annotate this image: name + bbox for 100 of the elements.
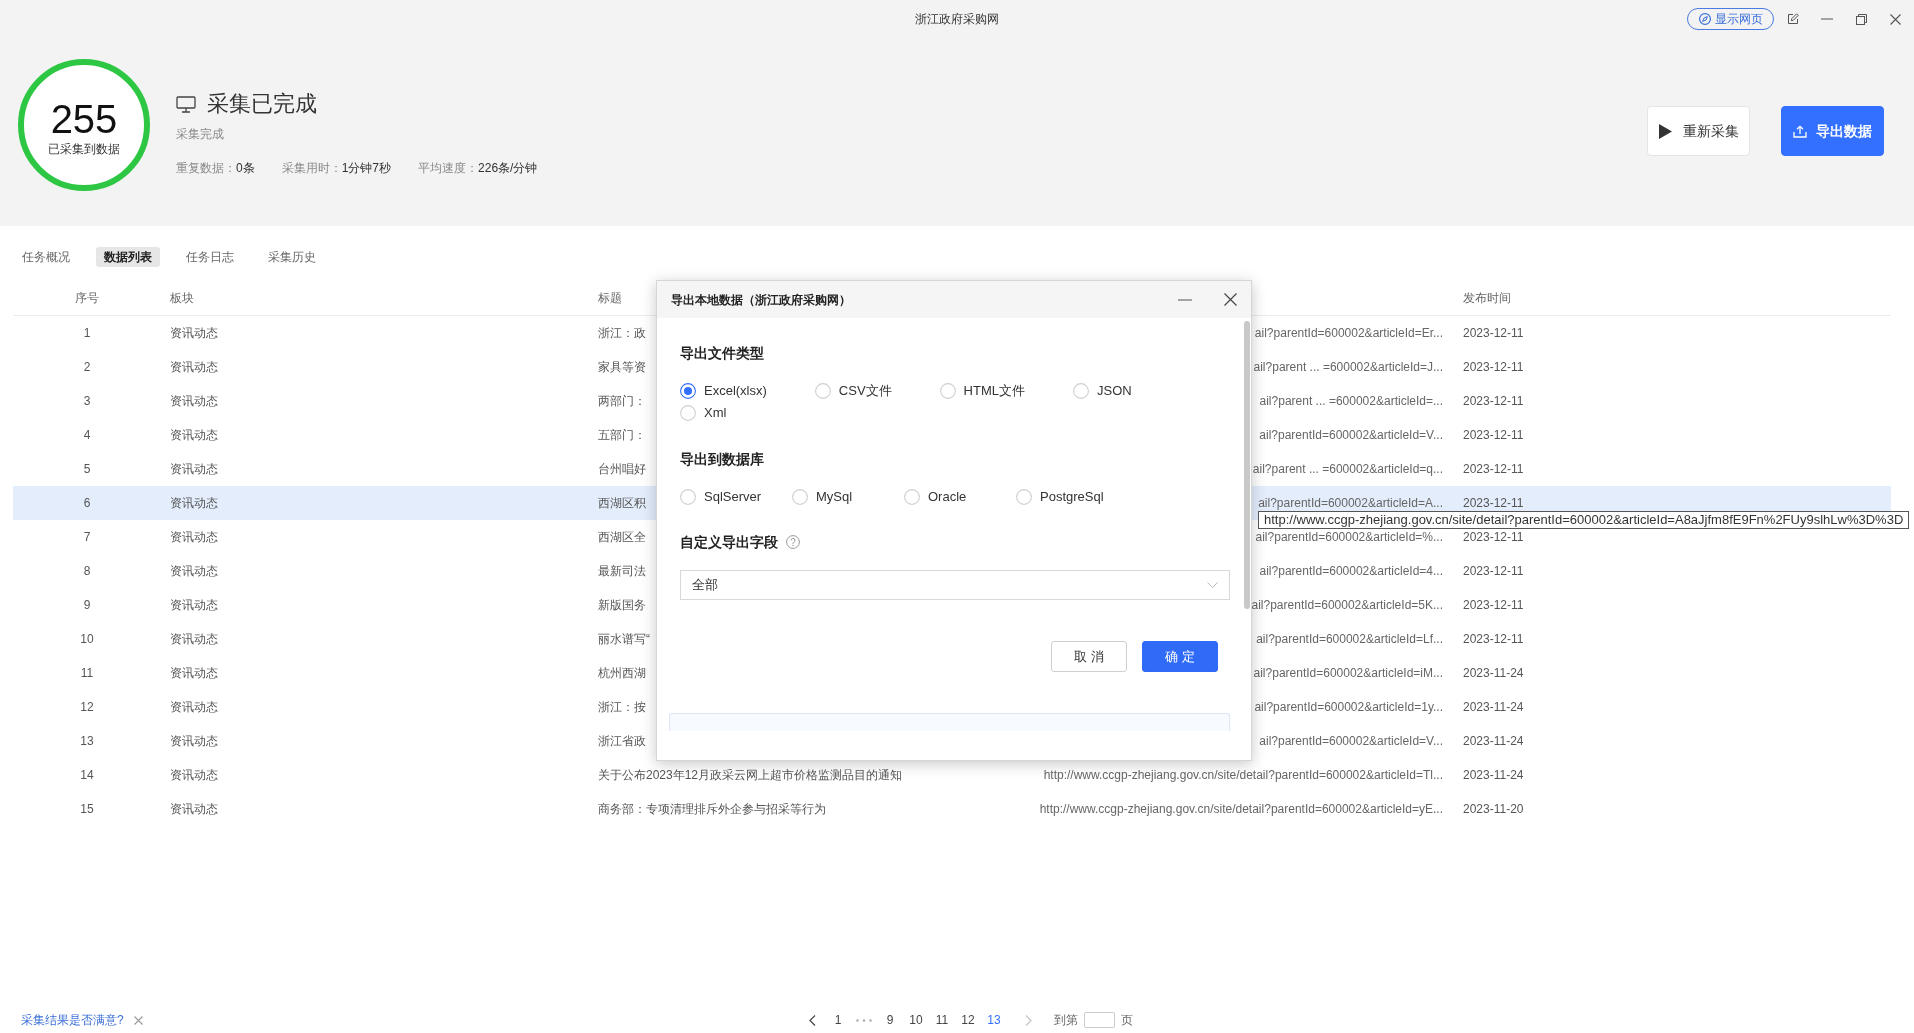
minimize-icon[interactable] — [1178, 298, 1192, 301]
restart-button[interactable]: 重新采集 — [1647, 106, 1750, 156]
radio-option[interactable]: MySql — [792, 486, 853, 508]
column-header: 板块 — [169, 290, 194, 306]
page-button[interactable]: 13 — [984, 1012, 1004, 1028]
table-cell: 13 — [80, 733, 94, 749]
table-cell-text: ail?parent ... =600002&articleId=... — [1259, 393, 1444, 409]
ellipsis-icon[interactable] — [856, 1018, 872, 1022]
edit-icon[interactable] — [1787, 13, 1799, 25]
table-cell-text: 浙江：政 — [597, 325, 646, 341]
table-cell-text: 2023-11-24 — [1462, 733, 1524, 749]
table-cell-text: 新版国务 — [597, 597, 646, 613]
page-button[interactable]: 10 — [906, 1012, 926, 1028]
page-button[interactable]: 12 — [958, 1012, 978, 1028]
table-cell-text: 资讯动态 — [169, 427, 218, 443]
table-cell-text: 2023-11-24 — [1462, 767, 1524, 783]
section-heading: 自定义导出字段 — [680, 533, 778, 552]
radio-option[interactable]: HTML文件 — [939, 380, 1025, 402]
table-cell: 3 — [83, 393, 91, 409]
table-cell: 9 — [83, 597, 91, 613]
url-tooltip: http://www.ccgp-zhejiang.gov.cn/site/detail?parentId=600002&articleId=A8aJjfm8fE9Fn%2FUy9slhLw%3D%3D — [1258, 511, 1910, 529]
table-cell-text: ail?parent ... =600002&articleId=q... — [1252, 461, 1444, 477]
cancel-button[interactable]: 取 消 — [1051, 641, 1127, 672]
play-icon — [1659, 123, 1672, 139]
page-button[interactable]: 9 — [880, 1012, 900, 1028]
chevron-left-icon[interactable] — [808, 1014, 816, 1026]
tab[interactable]: 数据列表 — [96, 247, 160, 267]
table-cell: 2 — [83, 359, 91, 375]
table-cell: 10 — [80, 631, 94, 647]
table-cell-text: 关于公布2023年12月政采云网上超市价格监测品目的通知 — [597, 767, 903, 783]
help-icon[interactable] — [786, 535, 800, 549]
table-cell-text: 两部门： — [597, 393, 646, 409]
tab[interactable]: 任务概况 — [14, 247, 78, 267]
feedback-link[interactable]: 采集结果是否满意? — [21, 1012, 124, 1028]
table-cell: 14 — [80, 767, 94, 783]
export-button[interactable]: 导出数据 — [1781, 106, 1884, 156]
table-cell-text: 西湖区全 — [597, 529, 646, 545]
radio-option[interactable]: SqlServer — [680, 486, 762, 508]
table-cell-text: 西湖区积 — [597, 495, 646, 511]
page-input[interactable] — [1084, 1012, 1115, 1028]
dialog-title: 导出本地数据（浙江政府采购网） — [671, 291, 851, 308]
table-cell-text: ail?parentId=600002&articleId=5K... — [1251, 597, 1444, 613]
upload-icon — [1793, 124, 1807, 138]
radio-option[interactable]: Excel(xlsx) — [680, 380, 767, 402]
confirm-button[interactable]: 确 定 — [1142, 641, 1218, 672]
page-button[interactable]: 11 — [932, 1012, 952, 1028]
status-title: 采集已完成 — [207, 90, 317, 118]
count-label: 已采集到数据 — [48, 141, 120, 157]
table-cell-text: 资讯动态 — [169, 393, 218, 409]
table-cell-text: 资讯动态 — [169, 495, 218, 511]
table-cell-text: 资讯动态 — [169, 631, 218, 647]
stat-text: 重复数据：0条 — [176, 160, 255, 176]
table-cell-text: 五部门： — [597, 427, 646, 443]
table-cell: 11 — [80, 665, 94, 681]
stat-text: 平均速度：226条/分钟 — [418, 160, 538, 176]
table-cell-text: http://www.ccgp-zhejiang.gov.cn/site/detail?parentId=600002&articleId=yE... — [1039, 801, 1444, 817]
status-subtitle: 采集完成 — [176, 126, 224, 142]
radio-option[interactable]: CSV文件 — [814, 380, 892, 402]
table-cell-text: 资讯动态 — [169, 461, 218, 477]
restore-icon[interactable] — [1855, 13, 1867, 25]
close-icon[interactable] — [1223, 293, 1237, 306]
table-cell-text: 2023-12-11 — [1462, 495, 1524, 511]
table-cell-text: 2023-12-11 — [1462, 597, 1524, 613]
table-cell-text: 资讯动态 — [169, 801, 218, 817]
radio-option[interactable]: PostgreSql — [1016, 486, 1104, 508]
table-cell-text: 资讯动态 — [169, 699, 218, 715]
column-header: 发布时间 — [1462, 290, 1511, 306]
table-cell-text: 2023-12-11 — [1462, 529, 1524, 545]
field-select[interactable]: 全部 — [680, 570, 1230, 600]
table-cell: 6 — [83, 495, 91, 511]
collected-count: 255 — [50, 97, 118, 141]
column-header: 标题 — [597, 290, 622, 306]
table-cell: 8 — [83, 563, 91, 579]
table-cell-text: 资讯动态 — [169, 597, 218, 613]
tab[interactable]: 任务日志 — [178, 247, 242, 267]
stat-text: 采集用时：1分钟7秒 — [281, 160, 392, 176]
scrollbar-thumb[interactable] — [1244, 321, 1250, 609]
table-cell-text: 丽水谱写“ — [597, 631, 650, 647]
table-cell-text: 2023-12-11 — [1462, 461, 1524, 477]
table-cell-text: 家具等资 — [597, 359, 646, 375]
table-cell-text: 资讯动态 — [169, 767, 218, 783]
table-cell-text: ail?parentId=600002&articleId=V... — [1259, 733, 1444, 749]
radio-option[interactable]: Xml — [680, 402, 727, 424]
jump-label: 到第 — [1054, 1012, 1078, 1028]
table-cell-text: http://www.ccgp-zhejiang.gov.cn/site/detail?parentId=600002&articleId=Tl... — [1043, 767, 1444, 783]
table-cell-text: ail?parentId=600002&articleId=1y... — [1254, 699, 1444, 715]
table-cell-text: ail?parent ... =600002&articleId=J... — [1253, 359, 1444, 375]
table-cell-text: 资讯动态 — [169, 733, 218, 749]
radio-option[interactable]: JSON — [1072, 380, 1132, 402]
close-icon[interactable] — [1889, 13, 1901, 25]
table-cell-text: 2023-12-11 — [1462, 427, 1524, 443]
table-cell-text: 最新司法 — [597, 563, 646, 579]
radio-option[interactable]: Oracle — [904, 486, 967, 508]
page-button[interactable]: 1 — [828, 1012, 848, 1028]
table-cell-text: 资讯动态 — [169, 325, 218, 341]
chevron-down-icon — [1207, 582, 1218, 588]
table-cell-text: 2023-12-11 — [1462, 359, 1524, 375]
column-header: 序号 — [75, 290, 99, 306]
tab[interactable]: 采集历史 — [260, 247, 324, 267]
table-cell-text: 浙江：按 — [597, 699, 646, 715]
